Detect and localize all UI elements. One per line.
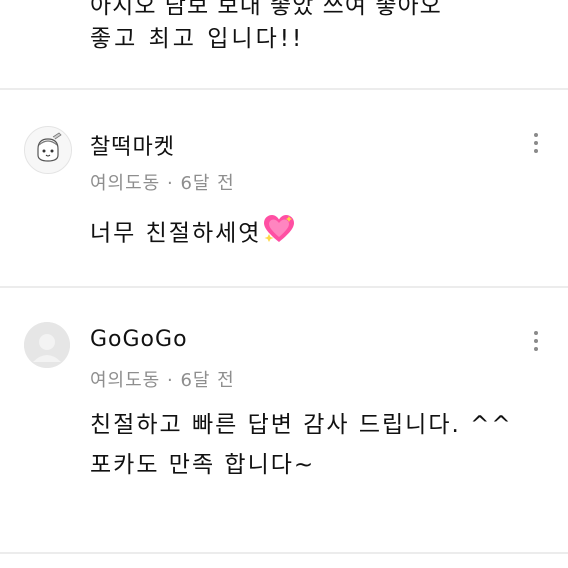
default-avatar-icon: [24, 322, 70, 368]
review-meta: 여의도동 · 6달 전: [90, 366, 235, 392]
review-text-line: 포카도 만족 합니다~: [90, 452, 316, 478]
reviewer-name[interactable]: GoGoGo: [90, 327, 188, 352]
avatar[interactable]: [24, 126, 72, 174]
reviewer-name[interactable]: 찰떡마켓: [90, 129, 175, 161]
previous-review-text-line: 아지오 담보 보내 좋았 쓰여 좋아오: [90, 0, 442, 19]
review-item: GoGoGo 여의도동 · 6달 전 친절하고 빠른 답변 감사 드립니다. ^…: [0, 288, 568, 552]
review-time: 6달 전: [180, 370, 235, 391]
previous-review: 아지오 담보 보내 좋았 쓰여 좋아오 좋고 최고 입니다!!: [0, 0, 568, 88]
review-location: 여의도동: [90, 370, 161, 391]
meta-separator: ·: [166, 173, 174, 194]
review-item: 찰떡마켓 여의도동 · 6달 전 너무 친절하세엿: [0, 90, 568, 286]
more-options-button[interactable]: [522, 324, 550, 358]
review-text-line: 너무 친절하세엿: [90, 220, 262, 247]
more-options-button[interactable]: [522, 126, 550, 160]
review-time: 6달 전: [180, 173, 235, 194]
review-text-line: 친절하고 빠른 답변 감사 드립니다. ^^: [90, 412, 513, 438]
avatar[interactable]: [24, 322, 70, 368]
review-meta: 여의도동 · 6달 전: [90, 169, 235, 195]
meta-separator: ·: [166, 370, 174, 391]
review-text: 친절하고 빠른 답변 감사 드립니다. ^^ 포카도 만족 합니다~: [90, 408, 513, 482]
character-avatar-icon: [25, 127, 71, 173]
divider: [0, 552, 568, 554]
sparkling-heart-icon: [263, 214, 295, 254]
previous-review-text-line: 좋고 최고 입니다!!: [90, 26, 305, 52]
review-location: 여의도동: [90, 173, 161, 194]
review-text: 너무 친절하세엿: [90, 214, 295, 254]
